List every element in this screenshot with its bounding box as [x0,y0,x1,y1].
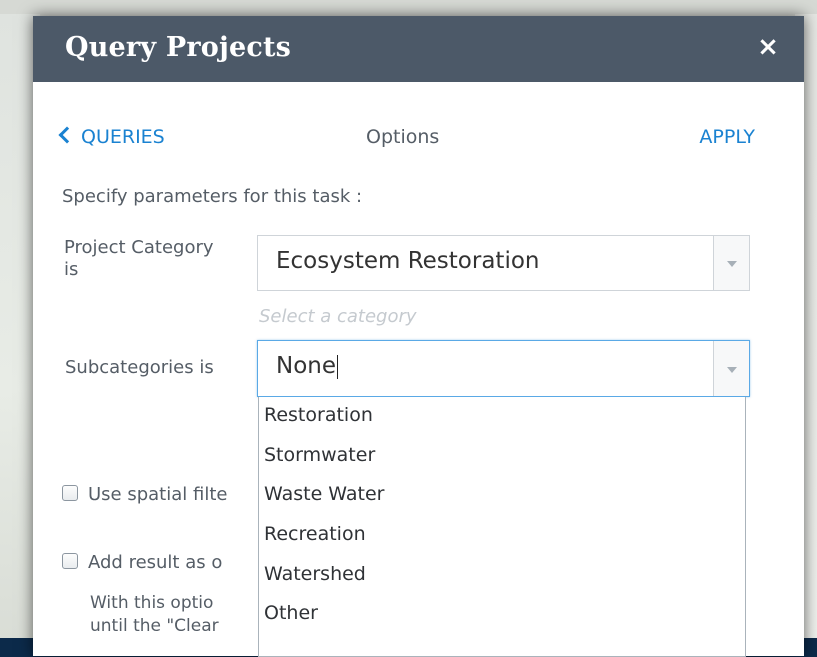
options-heading: Options [366,126,440,148]
add-result-note-line1: With this optio [90,593,214,613]
dialog-title: Query Projects [65,32,292,63]
dialog-title-bar: Query Projects × [33,16,804,82]
subcategories-label: Subcategories is [65,357,214,378]
map-top-edge [0,0,817,16]
project-category-label: Project Category is [64,237,214,281]
subcategories-select[interactable]: None [257,340,750,397]
back-link-label: QUERIES [81,126,165,148]
spatial-filter-row[interactable]: Use spatial filte [62,484,227,505]
query-projects-dialog: Query Projects × QUERIES Options APPLY S… [33,16,804,657]
spatial-filter-label: Use spatial filte [88,484,228,505]
project-category-select[interactable]: Ecosystem Restoration [257,235,750,291]
option-waste-water[interactable]: Waste Water [264,483,384,505]
text-caret [337,354,339,379]
close-icon[interactable]: × [754,33,782,61]
project-category-value: Ecosystem Restoration [276,248,540,274]
option-watershed[interactable]: Watershed [264,563,366,585]
add-result-note-line2: until the "Clear [90,616,219,636]
add-result-checkbox[interactable] [62,553,78,569]
add-result-label: Add result as o [88,552,223,573]
add-result-row[interactable]: Add result as o [62,552,222,573]
option-restoration[interactable]: Restoration [264,404,373,426]
project-category-hint: Select a category [259,306,417,327]
project-category-label-line2: is [64,259,79,280]
spatial-filter-checkbox[interactable] [62,485,78,501]
subcategories-options-list: Restoration Stormwater Waste Water Recre… [258,397,746,657]
project-category-label-line1: Project Category [64,237,214,258]
back-to-queries-link[interactable]: QUERIES [58,126,165,148]
option-stormwater[interactable]: Stormwater [264,444,375,466]
chevron-left-icon [58,126,76,144]
instructions-text: Specify parameters for this task : [62,186,363,207]
option-recreation[interactable]: Recreation [264,523,366,545]
nav-row: QUERIES Options APPLY [33,121,804,153]
option-other[interactable]: Other [264,602,318,624]
chevron-down-icon [727,261,737,267]
subcategories-input[interactable]: None [276,353,339,379]
subcategories-value: None [276,353,337,379]
project-category-dropdown-toggle[interactable] [713,236,749,290]
subcategories-dropdown-toggle[interactable] [713,341,749,396]
chevron-down-icon [727,366,737,373]
apply-button[interactable]: APPLY [699,126,755,148]
